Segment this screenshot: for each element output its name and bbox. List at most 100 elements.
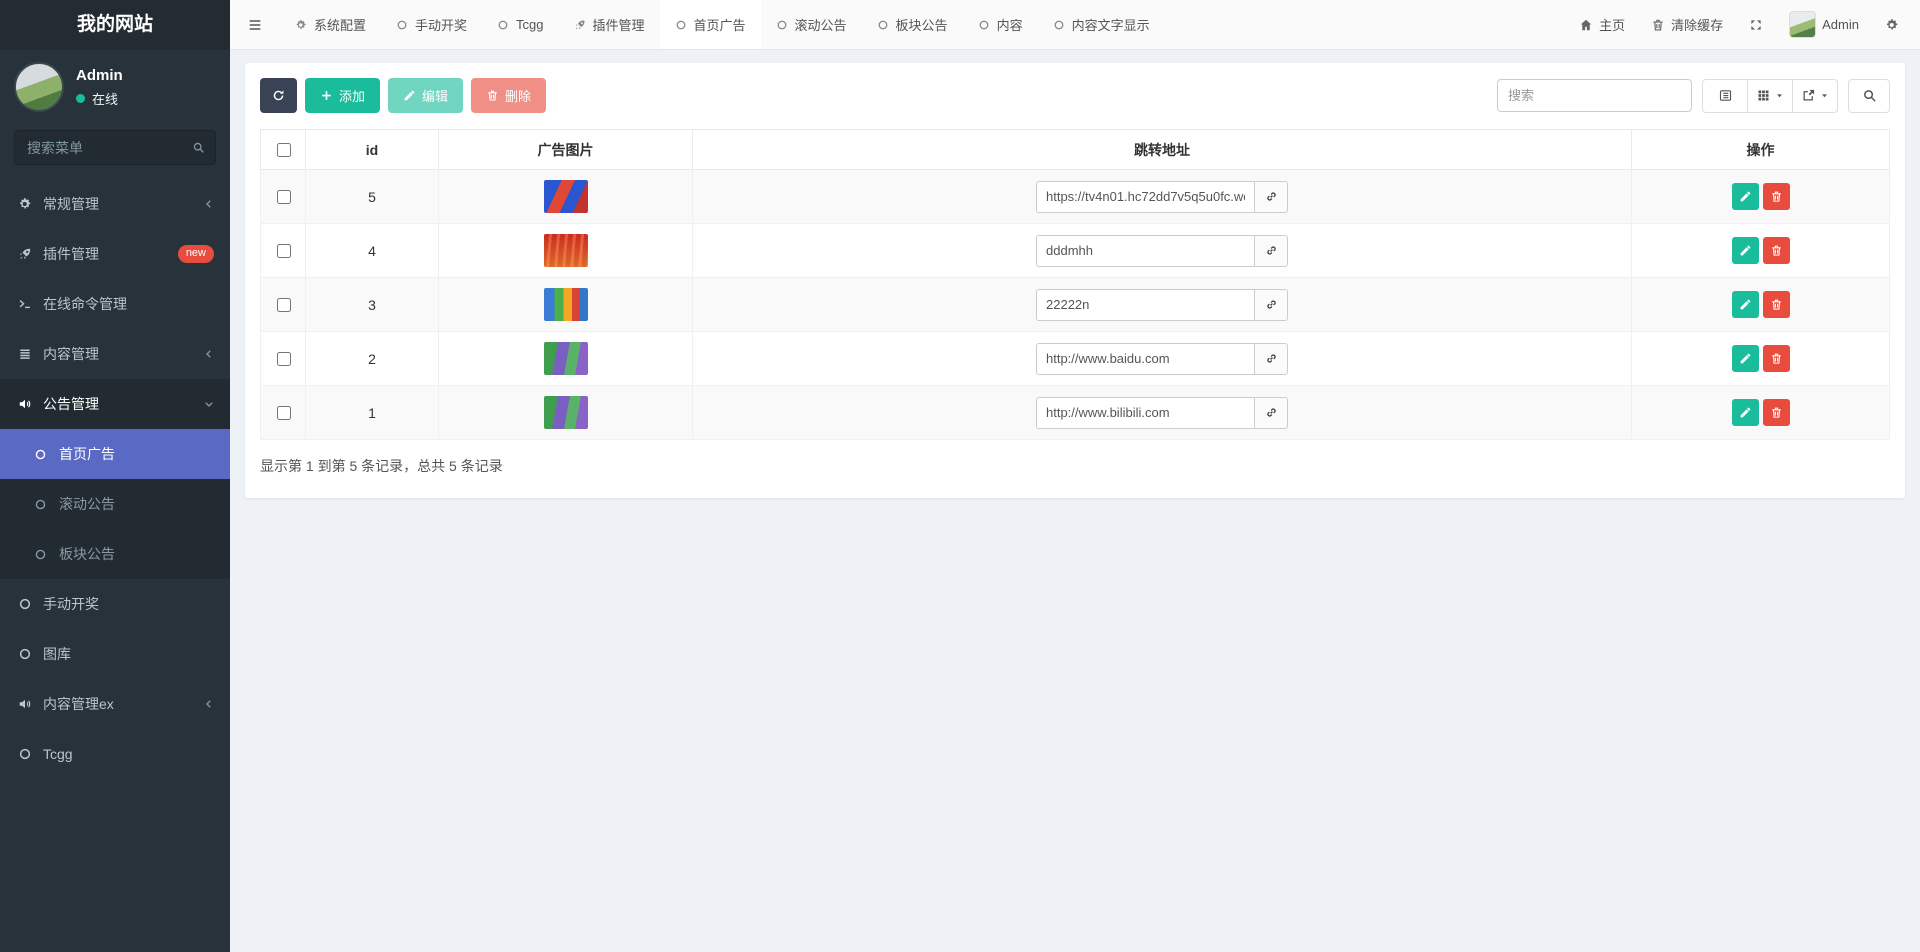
row-checkbox[interactable] <box>277 352 291 366</box>
ad-image[interactable] <box>544 288 588 321</box>
url-input[interactable] <box>1036 181 1254 213</box>
cell-id: 3 <box>306 278 439 332</box>
row-checkbox[interactable] <box>277 298 291 312</box>
link-button[interactable] <box>1254 397 1288 429</box>
tab-content[interactable]: 内容 <box>963 0 1038 49</box>
app-title: 我的网站 <box>0 0 230 50</box>
select-all-checkbox[interactable] <box>277 143 291 157</box>
chevron-down-icon <box>203 398 215 410</box>
tab-addon-manage[interactable]: 插件管理 <box>559 0 660 49</box>
row-edit-button[interactable] <box>1732 183 1759 210</box>
cell-ad-image <box>439 332 693 386</box>
columns-button[interactable] <box>1747 79 1793 113</box>
row-checkbox[interactable] <box>277 406 291 420</box>
delete-button-label: 删除 <box>505 86 531 105</box>
sidebar-item-board-notice[interactable]: 板块公告 <box>0 529 230 579</box>
link-button[interactable] <box>1254 235 1288 267</box>
search-toggle-button[interactable] <box>1848 79 1890 113</box>
sidebar-item-addon-manage[interactable]: 插件管理new <box>0 229 230 279</box>
row-checkbox[interactable] <box>277 190 291 204</box>
view-button-group <box>1702 79 1838 113</box>
row-checkbox[interactable] <box>277 244 291 258</box>
circle-icon <box>18 597 43 611</box>
circle-icon <box>675 19 687 31</box>
link-button[interactable] <box>1254 181 1288 213</box>
row-edit-button[interactable] <box>1732 345 1759 372</box>
tab-label: 滚动公告 <box>795 15 847 34</box>
row-edit-button[interactable] <box>1732 291 1759 318</box>
ad-image[interactable] <box>544 396 588 429</box>
circle-icon <box>18 747 43 761</box>
pencil-icon <box>1739 406 1752 419</box>
url-input[interactable] <box>1036 289 1254 321</box>
volume-icon <box>18 397 43 411</box>
refresh-button[interactable] <box>260 78 297 113</box>
ad-image[interactable] <box>544 180 588 213</box>
row-delete-button[interactable] <box>1763 183 1790 210</box>
cell-checkbox <box>261 278 306 332</box>
export-button[interactable] <box>1792 79 1838 113</box>
refresh-icon <box>272 89 285 102</box>
tab-content-text[interactable]: 内容文字显示 <box>1038 0 1165 49</box>
tab-tcgg[interactable]: Tcgg <box>482 0 558 49</box>
detail-view-button[interactable] <box>1702 79 1748 113</box>
menu-search-input[interactable] <box>14 130 216 165</box>
sidebar-item-label: 在线命令管理 <box>43 294 127 314</box>
content-area: 添加 编辑 删除 <box>230 50 1920 952</box>
row-edit-button[interactable] <box>1732 399 1759 426</box>
link-button[interactable] <box>1254 289 1288 321</box>
sidebar-item-content-manage[interactable]: 内容管理 <box>0 329 230 379</box>
home-link[interactable]: 主页 <box>1566 0 1638 49</box>
tab-system-config[interactable]: 系统配置 <box>280 0 381 49</box>
fullscreen-button[interactable] <box>1736 0 1776 49</box>
settings-button[interactable] <box>1872 0 1912 49</box>
ad-image[interactable] <box>544 234 588 267</box>
url-input[interactable] <box>1036 343 1254 375</box>
list-icon <box>18 347 43 361</box>
tab-label: 内容 <box>997 15 1023 34</box>
sidebar-item-general-manage[interactable]: 常规管理 <box>0 179 230 229</box>
cell-checkbox <box>261 170 306 224</box>
sidebar-item-scroll-notice[interactable]: 滚动公告 <box>0 479 230 529</box>
row-delete-button[interactable] <box>1763 237 1790 264</box>
user-menu[interactable]: Admin <box>1776 0 1872 49</box>
user-info: Admin 在线 <box>76 67 123 108</box>
row-delete-button[interactable] <box>1763 291 1790 318</box>
table-search-input[interactable] <box>1497 79 1692 112</box>
sidebar-item-manual-draw[interactable]: 手动开奖 <box>0 579 230 629</box>
header-jump-url: 跳转地址 <box>693 130 1632 170</box>
link-button[interactable] <box>1254 343 1288 375</box>
url-input[interactable] <box>1036 397 1254 429</box>
tab-scroll-notice[interactable]: 滚动公告 <box>761 0 862 49</box>
link-icon <box>1265 406 1278 419</box>
sidebar-item-tcgg[interactable]: Tcgg <box>0 729 230 779</box>
sidebar-item-content-manage-ex[interactable]: 内容管理ex <box>0 679 230 729</box>
cell-actions <box>1632 224 1890 278</box>
clear-cache-button[interactable]: 清除缓存 <box>1638 0 1736 49</box>
user-status-label: 在线 <box>92 89 118 108</box>
edit-button[interactable]: 编辑 <box>388 78 463 113</box>
hamburger-menu-button[interactable] <box>230 0 280 49</box>
topbar-tabs: 系统配置手动开奖Tcgg插件管理首页广告 滚动公告板块公告 内容内容文字显示 <box>280 0 1165 49</box>
cell-id: 5 <box>306 170 439 224</box>
home-icon <box>1579 18 1593 32</box>
sidebar-item-label: 手动开奖 <box>43 594 99 614</box>
sidebar-item-gallery[interactable]: 图库 <box>0 629 230 679</box>
row-delete-button[interactable] <box>1763 345 1790 372</box>
row-delete-button[interactable] <box>1763 399 1790 426</box>
sidebar-item-online-command[interactable]: 在线命令管理 <box>0 279 230 329</box>
url-input[interactable] <box>1036 235 1254 267</box>
delete-button[interactable]: 删除 <box>471 78 546 113</box>
sidebar-item-home-ads[interactable]: 首页广告 <box>0 429 230 479</box>
row-edit-button[interactable] <box>1732 237 1759 264</box>
tab-board-notice[interactable]: 板块公告 <box>862 0 963 49</box>
tab-manual-draw[interactable]: 手动开奖 <box>381 0 482 49</box>
ad-image[interactable] <box>544 342 588 375</box>
cell-jump-url <box>693 170 1632 224</box>
chevron-left-icon <box>203 198 215 210</box>
sidebar-menu: 常规管理插件管理new 在线命令管理内容管理公告管理首页广告滚动公告板块公告手动开… <box>0 179 230 779</box>
tab-home-ads[interactable]: 首页广告 <box>660 0 761 49</box>
sidebar-item-notice-manage[interactable]: 公告管理 <box>0 379 230 429</box>
search-icon <box>1862 88 1877 103</box>
add-button[interactable]: 添加 <box>305 78 380 113</box>
